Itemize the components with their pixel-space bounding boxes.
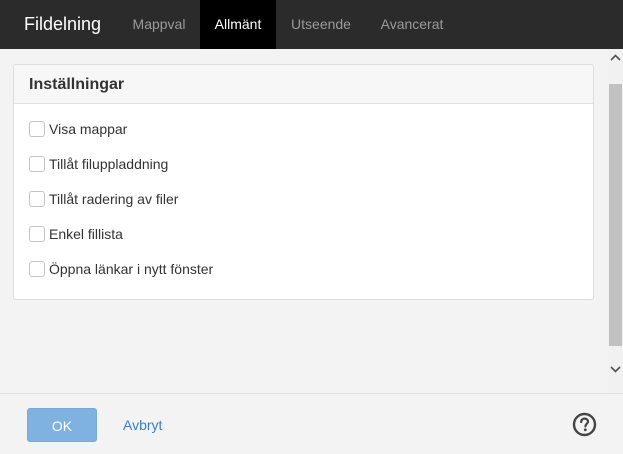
dialog: Fildelning Mappval Allmänt Utseende Avan… — [0, 0, 623, 454]
app-title: Fildelning — [24, 14, 102, 34]
cancel-link[interactable]: Avbryt — [123, 417, 162, 434]
content-area: Inställningar Visa mappar Tillåt filuppl… — [0, 49, 608, 393]
checkbox[interactable] — [29, 191, 45, 207]
checkbox[interactable] — [29, 121, 45, 137]
option-label[interactable]: Enkel fillista — [49, 226, 123, 243]
scroll-down-arrow-icon[interactable] — [608, 360, 623, 377]
settings-panel: Inställningar Visa mappar Tillåt filuppl… — [13, 64, 594, 300]
ok-button[interactable]: OK — [27, 408, 97, 442]
tab-utseende[interactable]: Utseende — [276, 0, 366, 49]
tab-allmant[interactable]: Allmänt — [200, 0, 276, 49]
option-label[interactable]: Öppna länkar i nytt fönster — [49, 261, 213, 278]
checkbox[interactable] — [29, 226, 45, 242]
dialog-footer: OK Avbryt — [0, 393, 623, 454]
scroll-thumb[interactable] — [609, 84, 622, 346]
panel-title: Inställningar — [29, 76, 125, 93]
option-label[interactable]: Tillåt filuppladdning — [49, 156, 168, 173]
top-navigation-bar: Fildelning Mappval Allmänt Utseende Avan… — [0, 0, 623, 49]
checkbox[interactable] — [29, 156, 45, 172]
option-label[interactable]: Visa mappar — [49, 121, 127, 138]
option-label[interactable]: Tillåt radering av filer — [49, 191, 178, 208]
checkbox[interactable] — [29, 261, 45, 277]
tab-avancerat[interactable]: Avancerat — [366, 0, 458, 49]
question-circle-icon[interactable] — [572, 412, 597, 437]
scroll-up-arrow-icon[interactable] — [608, 49, 623, 66]
panel-header: Inställningar — [14, 65, 593, 104]
tab-mappval[interactable]: Mappval — [118, 0, 200, 49]
vertical-scrollbar[interactable] — [608, 49, 623, 393]
